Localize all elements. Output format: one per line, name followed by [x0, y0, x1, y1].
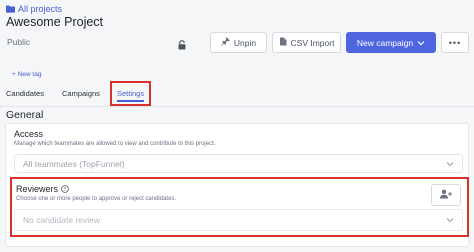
highlight-box-settings — [110, 81, 151, 106]
access-description: Manage which teammates are allowed to vi… — [14, 141, 216, 147]
page-title: Awesome Project — [6, 15, 104, 29]
more-options-button[interactable]: ••• — [441, 32, 469, 53]
help-icon[interactable]: ? — [61, 185, 69, 193]
pin-icon — [221, 37, 230, 48]
csv-import-button[interactable]: CSV Import — [272, 32, 341, 53]
section-heading-general: General — [6, 109, 44, 121]
new-campaign-button[interactable]: New campaign — [346, 32, 436, 53]
tab-campaigns[interactable]: Campaigns — [62, 89, 100, 98]
access-title: Access — [14, 129, 44, 139]
new-campaign-label: New campaign — [356, 37, 414, 48]
reviewers-description: Choose one or more people to approve or … — [16, 196, 177, 202]
breadcrumb-link[interactable]: All projects — [18, 4, 62, 14]
visibility-label: Public — [7, 37, 31, 47]
chevron-down-icon — [417, 38, 425, 48]
lock-icon[interactable] — [177, 37, 187, 55]
csv-import-label: CSV Import — [290, 37, 335, 48]
chevron-down-icon — [446, 215, 454, 225]
svg-text:?: ? — [64, 187, 67, 193]
reviewers-title: Reviewers — [16, 184, 59, 194]
unpin-button[interactable]: Unpin — [210, 32, 267, 53]
chevron-down-icon — [446, 159, 454, 169]
divider — [0, 106, 474, 107]
access-select-value: All teammates (TopFunnel) — [23, 158, 125, 169]
folder-icon — [6, 5, 15, 13]
more-icon: ••• — [448, 37, 462, 48]
tab-candidates[interactable]: Candidates — [6, 89, 44, 98]
breadcrumb[interactable]: All projects — [6, 4, 62, 14]
add-reviewer-button[interactable] — [431, 184, 461, 206]
file-import-icon — [279, 37, 287, 48]
reviewers-select-placeholder: No candidate review — [23, 215, 101, 225]
reviewers-select[interactable]: No candidate review — [14, 209, 463, 231]
access-select[interactable]: All teammates (TopFunnel) — [14, 154, 463, 173]
new-tag-link[interactable]: + New tag — [12, 71, 41, 78]
add-user-icon — [440, 186, 452, 204]
reviewers-title-row: Reviewers ? — [16, 184, 69, 194]
tab-bar: Candidates Campaigns Settings — [6, 89, 206, 101]
unpin-label: Unpin — [233, 37, 257, 48]
